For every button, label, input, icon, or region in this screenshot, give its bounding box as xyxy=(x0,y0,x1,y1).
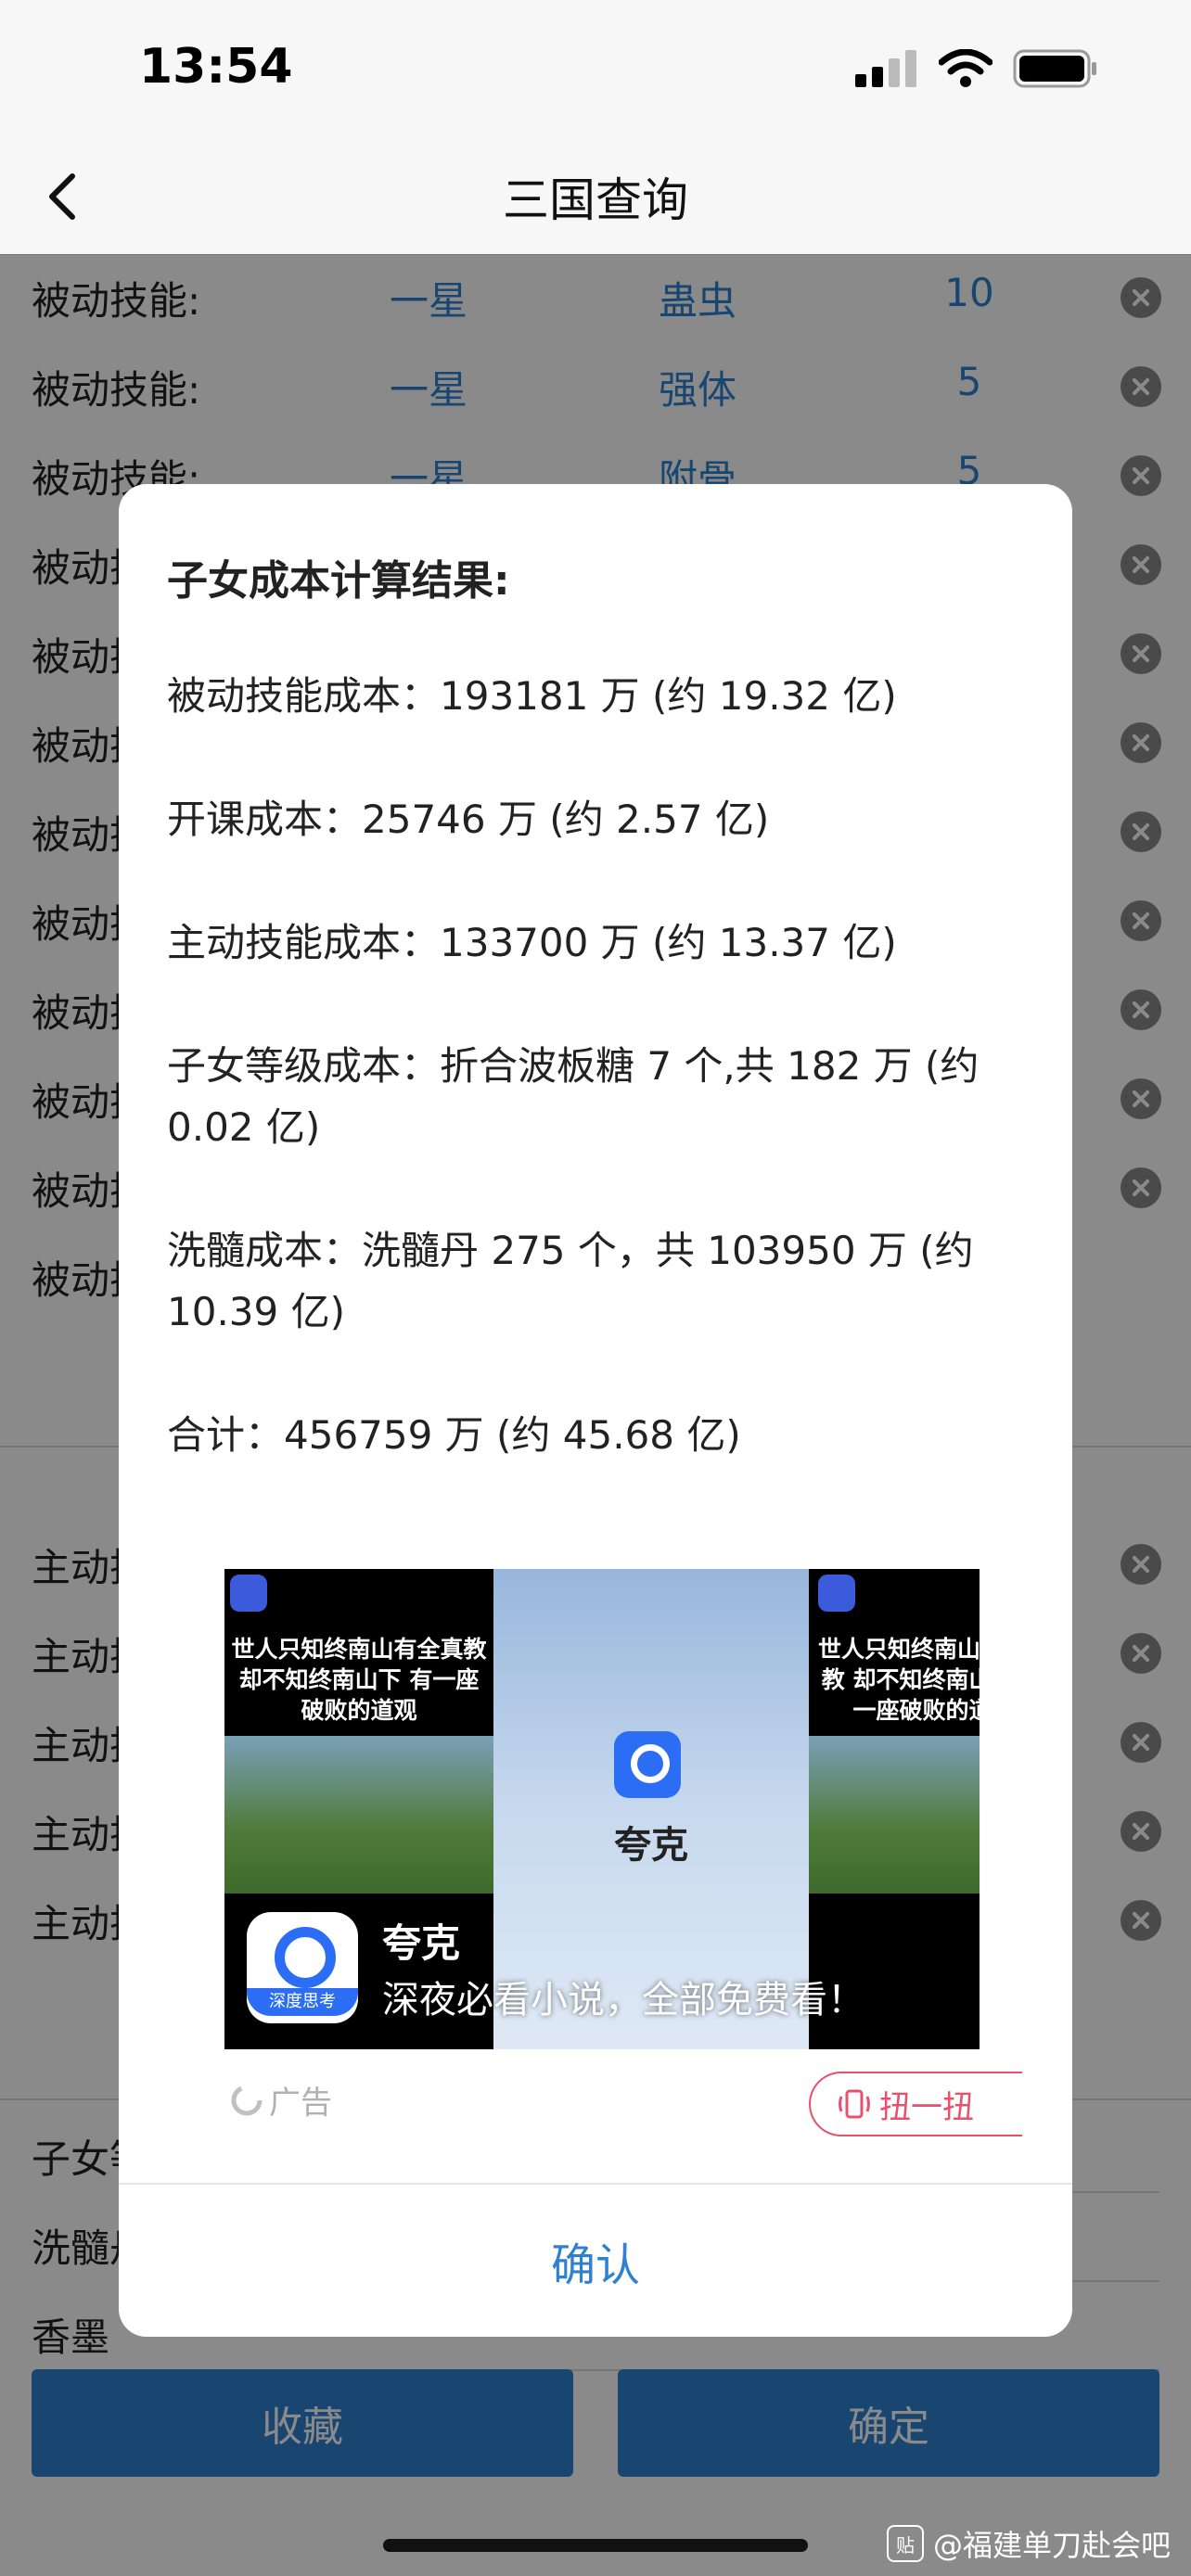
dialog-title: 子女成本计算结果: xyxy=(167,557,510,605)
ad-mark-icon xyxy=(231,2085,263,2115)
shake-cta-button[interactable]: 扭一扭 xyxy=(809,2072,1022,2136)
ad-cartoon-scene xyxy=(809,1736,980,1894)
phone-shake-icon xyxy=(839,2089,870,2119)
course-cost: 开课成本：25746 万 (约 2.57 亿) xyxy=(167,797,770,842)
ad-source-icon xyxy=(818,1575,855,1612)
quark-app-icon: 深度思考 xyxy=(247,1912,358,2023)
ad-label: 广告 xyxy=(230,2077,332,2123)
passive-skill-cost: 被动技能成本：193181 万 (约 19.32 亿) xyxy=(167,673,897,719)
battery-icon xyxy=(1013,49,1096,88)
watermark: 贴 @福建单刀赴会吧 xyxy=(886,2522,1171,2565)
home-indicator[interactable] xyxy=(383,2539,808,2552)
total-cost: 合计：456759 万 (约 45.68 亿) xyxy=(167,1412,741,1458)
ad-slogan: 深夜必看小说，全部免费看！ xyxy=(382,1979,864,2021)
marrow-cost: 洗髓成本：洗髓丹 275 个，共 103950 万 (约 10.39 亿) xyxy=(167,1228,974,1334)
forum-logo-icon: 贴 xyxy=(886,2525,924,2562)
active-skill-cost: 主动技能成本：133700 万 (约 13.37 亿) xyxy=(167,920,897,965)
status-icons xyxy=(855,48,1098,89)
ad-cartoon-scene xyxy=(224,1736,493,1894)
ad-label-text: 广告 xyxy=(269,2085,332,2122)
result-dialog: 子女成本计算结果: 被动技能成本：193181 万 (约 19.32 亿) 开课… xyxy=(119,484,1072,2337)
status-bar: 13:54 xyxy=(0,0,1191,139)
quark-logo-icon xyxy=(614,1731,681,1798)
ad-brand-name: 夸克 xyxy=(614,1824,688,1867)
navigation-bar: 三国查询 xyxy=(0,139,1191,255)
ad-source-icon xyxy=(230,1575,267,1612)
ad-app-name: 夸克 xyxy=(382,1920,461,1966)
status-time: 13:54 xyxy=(139,39,293,95)
ad-caption: 世人只知终南山有全真教 却不知终南山下 有一座破败的道观 xyxy=(231,1636,487,1724)
dialog-confirm-button[interactable]: 确认 xyxy=(119,2185,1072,2337)
ad-caption-repeat: 世人只知终南山有全真教 却不知终南山下 有一座破败的道观 xyxy=(818,1636,980,1724)
watermark-text: @福建单刀赴会吧 xyxy=(932,2528,1171,2563)
child-level-cost: 子女等级成本：折合波板糖 7 个,共 182 万 (约 0.02 亿) xyxy=(167,1043,980,1150)
page-title: 三国查询 xyxy=(503,173,688,227)
ad-banner[interactable]: 世人只知终南山有全真教 却不知终南山下 有一座破败的道观 夸克 世人只知终南山有… xyxy=(224,1569,980,2049)
cta-label: 扭一扭 xyxy=(879,2088,974,2126)
cellular-signal-icon xyxy=(855,50,916,87)
wifi-icon xyxy=(939,49,992,87)
app-icon-label: 深度思考 xyxy=(247,1988,358,2016)
